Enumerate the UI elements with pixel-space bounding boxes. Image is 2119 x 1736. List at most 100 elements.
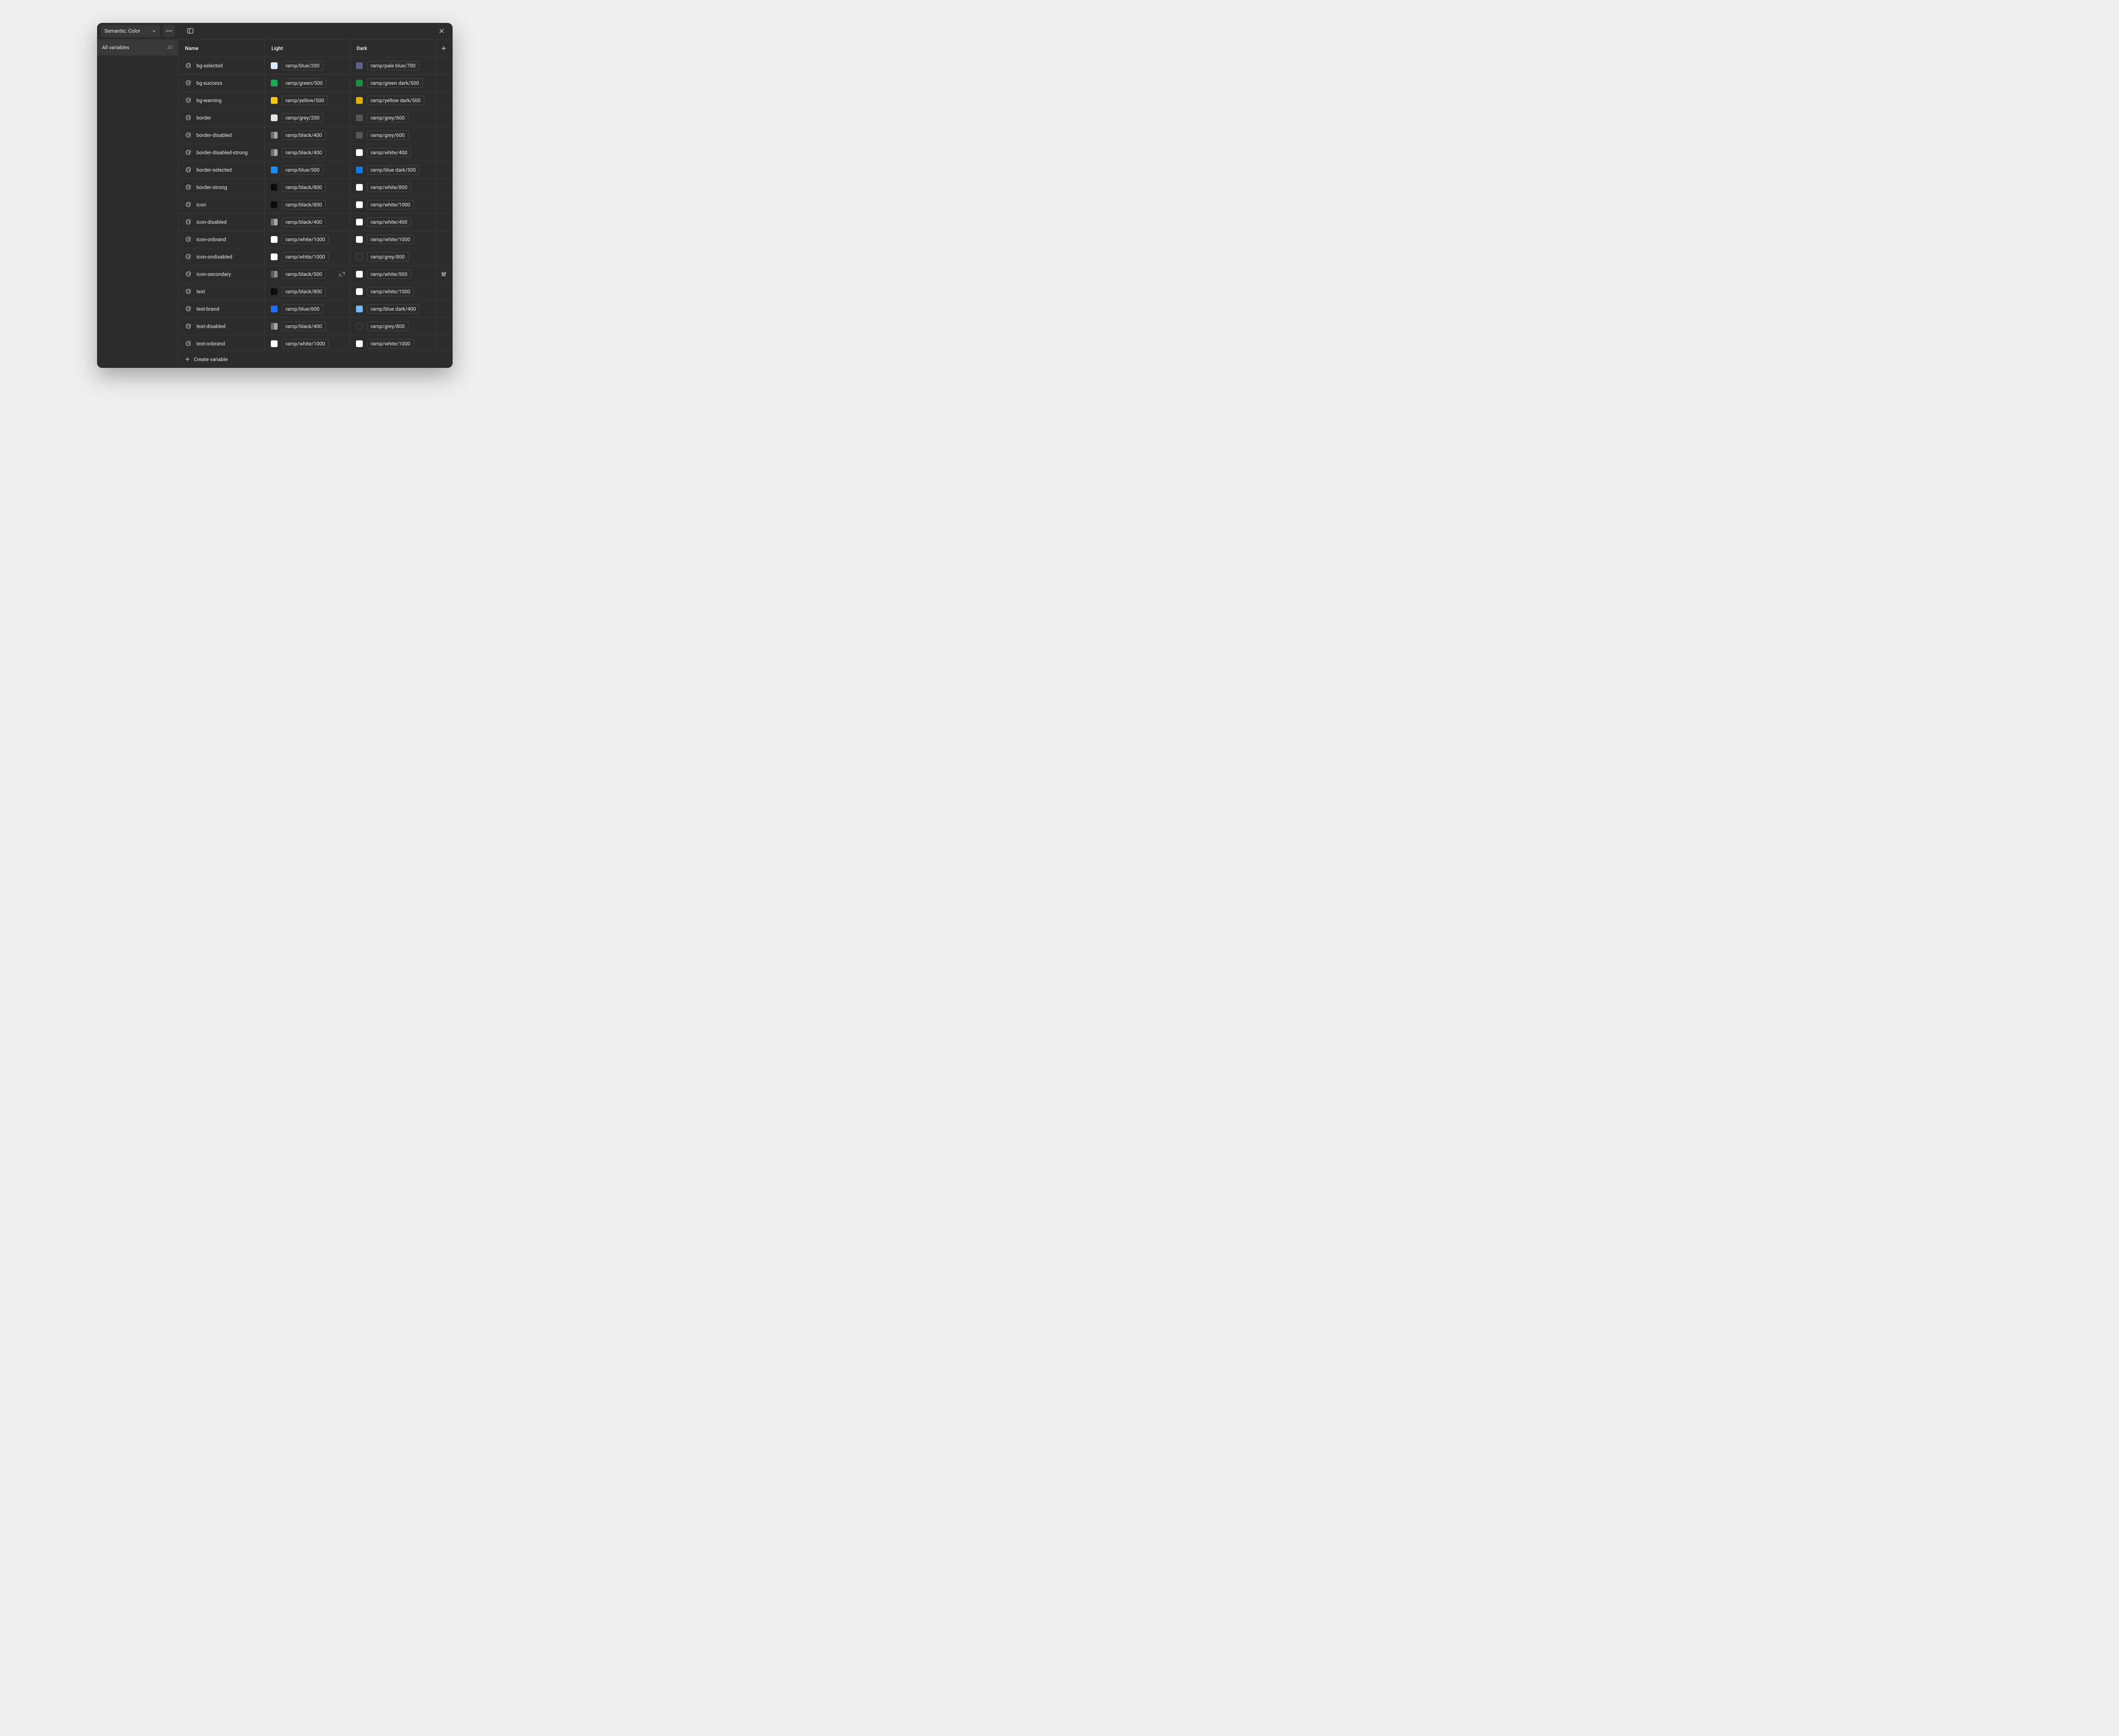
value-pill: ramp/black/800 — [282, 287, 326, 296]
column-header-dark[interactable]: Dark — [350, 40, 435, 57]
cell-light[interactable]: ramp/blue/600 — [265, 300, 350, 317]
detach-icon[interactable] — [339, 271, 345, 278]
cell-light[interactable]: ramp/black/800 — [265, 179, 350, 196]
palette-icon — [185, 114, 192, 121]
palette-icon — [185, 323, 192, 329]
cell-end — [435, 283, 453, 300]
cell-dark[interactable]: ramp/grey/800 — [350, 248, 435, 265]
cell-name[interactable]: border — [178, 109, 265, 126]
cell-name[interactable]: border-disabled-strong — [178, 144, 265, 161]
cell-name[interactable]: border-strong — [178, 179, 265, 196]
palette-icon — [185, 201, 192, 208]
cell-dark[interactable]: ramp/white/1000 — [350, 335, 435, 351]
variable-name: border-strong — [197, 184, 227, 190]
cell-dark[interactable]: ramp/white/800 — [350, 179, 435, 196]
value-pill: ramp/black/400 — [282, 131, 326, 140]
cell-light[interactable]: ramp/green/500 — [265, 75, 350, 92]
cell-light[interactable]: ramp/black/800 — [265, 196, 350, 213]
cell-name[interactable]: bg-selected — [178, 57, 265, 74]
cell-dark[interactable]: ramp/grey/600 — [350, 127, 435, 144]
cell-light[interactable]: ramp/black/400 — [265, 318, 350, 335]
value-pill: ramp/grey/800 — [367, 322, 409, 331]
cell-dark[interactable]: ramp/white/1000 — [350, 283, 435, 300]
cell-light[interactable]: ramp/black/400 — [265, 214, 350, 231]
color-swatch — [271, 97, 278, 104]
cell-light[interactable]: ramp/blue/200 — [265, 57, 350, 74]
cell-end — [435, 92, 453, 109]
color-swatch — [271, 340, 278, 347]
variable-name: icon-secondary — [197, 271, 231, 277]
variable-name: border-disabled — [197, 132, 232, 138]
collection-select-label: Semantic: Color — [105, 28, 152, 34]
table-row: text-onbrand ramp/white/1000 ramp/white/… — [178, 335, 453, 351]
cell-end — [435, 266, 453, 283]
variable-name: border-disabled-strong — [197, 150, 248, 156]
cell-dark[interactable]: ramp/blue dark/500 — [350, 161, 435, 178]
cell-dark[interactable]: ramp/white/400 — [350, 214, 435, 231]
cell-name[interactable]: border-disabled — [178, 127, 265, 144]
cell-name[interactable]: text-onbrand — [178, 335, 265, 351]
cell-name[interactable]: border-selected — [178, 161, 265, 178]
cell-light[interactable]: ramp/black/400 — [265, 144, 350, 161]
cell-light[interactable]: ramp/white/1000 — [265, 231, 350, 248]
table-row: icon-onbrand ramp/white/1000 ramp/white/… — [178, 231, 453, 248]
create-variable-button[interactable]: Create variable — [178, 351, 453, 368]
close-button[interactable] — [436, 25, 448, 37]
cell-name[interactable]: bg-success — [178, 75, 265, 92]
table-row: text-disabled ramp/black/400 ramp/grey/8… — [178, 318, 453, 335]
cell-dark[interactable]: ramp/grey/600 — [350, 109, 435, 126]
color-swatch — [271, 271, 278, 278]
value-pill: ramp/blue dark/400 — [367, 304, 420, 314]
cell-name[interactable]: icon-onbrand — [178, 231, 265, 248]
cell-light[interactable]: ramp/blue/500 — [265, 161, 350, 178]
cell-light[interactable]: ramp/yellow/500 — [265, 92, 350, 109]
value-pill: ramp/green dark/500 — [367, 78, 423, 88]
add-mode-button[interactable] — [438, 42, 450, 54]
cell-dark[interactable]: ramp/pale blue/700 — [350, 57, 435, 74]
palette-icon — [185, 132, 192, 138]
more-options-button[interactable] — [163, 25, 175, 37]
cell-light[interactable]: ramp/black/800 — [265, 283, 350, 300]
value-pill: ramp/white/500 — [367, 270, 412, 279]
color-swatch — [356, 236, 363, 243]
sidebar-toggle-button[interactable] — [184, 25, 196, 37]
palette-icon — [185, 97, 192, 103]
cell-name[interactable]: icon — [178, 196, 265, 213]
value-pill: ramp/white/400 — [367, 148, 412, 157]
cell-dark[interactable]: ramp/green dark/500 — [350, 75, 435, 92]
cell-dark[interactable]: ramp/yellow dark/500 — [350, 92, 435, 109]
cell-light[interactable]: ramp/white/1000 — [265, 335, 350, 351]
cell-light[interactable]: ramp/white/1000 — [265, 248, 350, 265]
cell-name[interactable]: bg-warning — [178, 92, 265, 109]
table-row: icon ramp/black/800 ramp/white/1000 — [178, 196, 453, 214]
collection-select[interactable]: Semantic: Color — [100, 25, 160, 37]
cell-dark[interactable]: ramp/white/1000 — [350, 231, 435, 248]
cell-name[interactable]: icon-ondisabled — [178, 248, 265, 265]
cell-end — [435, 231, 453, 248]
cell-end — [435, 335, 453, 351]
row-settings-button[interactable] — [440, 271, 447, 278]
variable-name: text-onbrand — [197, 341, 225, 347]
variable-name: bg-warning — [197, 97, 222, 103]
cell-name[interactable]: icon-secondary — [178, 266, 265, 283]
cell-name[interactable]: text-brand — [178, 300, 265, 317]
cell-name[interactable]: icon-disabled — [178, 214, 265, 231]
value-pill: ramp/grey/600 — [367, 131, 409, 140]
value-pill: ramp/blue/200 — [282, 61, 323, 70]
color-swatch — [356, 132, 363, 139]
column-header-name[interactable]: Name — [178, 40, 265, 57]
cell-name[interactable]: text-disabled — [178, 318, 265, 335]
cell-dark[interactable]: ramp/white/500 — [350, 266, 435, 283]
cell-dark[interactable]: ramp/white/400 — [350, 144, 435, 161]
column-header-light[interactable]: Light — [265, 40, 350, 57]
cell-name[interactable]: text — [178, 283, 265, 300]
cell-light[interactable]: ramp/black/500 — [265, 266, 350, 283]
cell-dark[interactable]: ramp/blue dark/400 — [350, 300, 435, 317]
cell-dark[interactable]: ramp/white/1000 — [350, 196, 435, 213]
color-swatch — [271, 149, 278, 156]
cell-light[interactable]: ramp/grey/200 — [265, 109, 350, 126]
cell-dark[interactable]: ramp/grey/800 — [350, 318, 435, 335]
cell-light[interactable]: ramp/black/400 — [265, 127, 350, 144]
sidebar-item-all-variables[interactable]: All variables 30 — [97, 40, 178, 56]
value-pill: ramp/white/1000 — [282, 252, 329, 262]
